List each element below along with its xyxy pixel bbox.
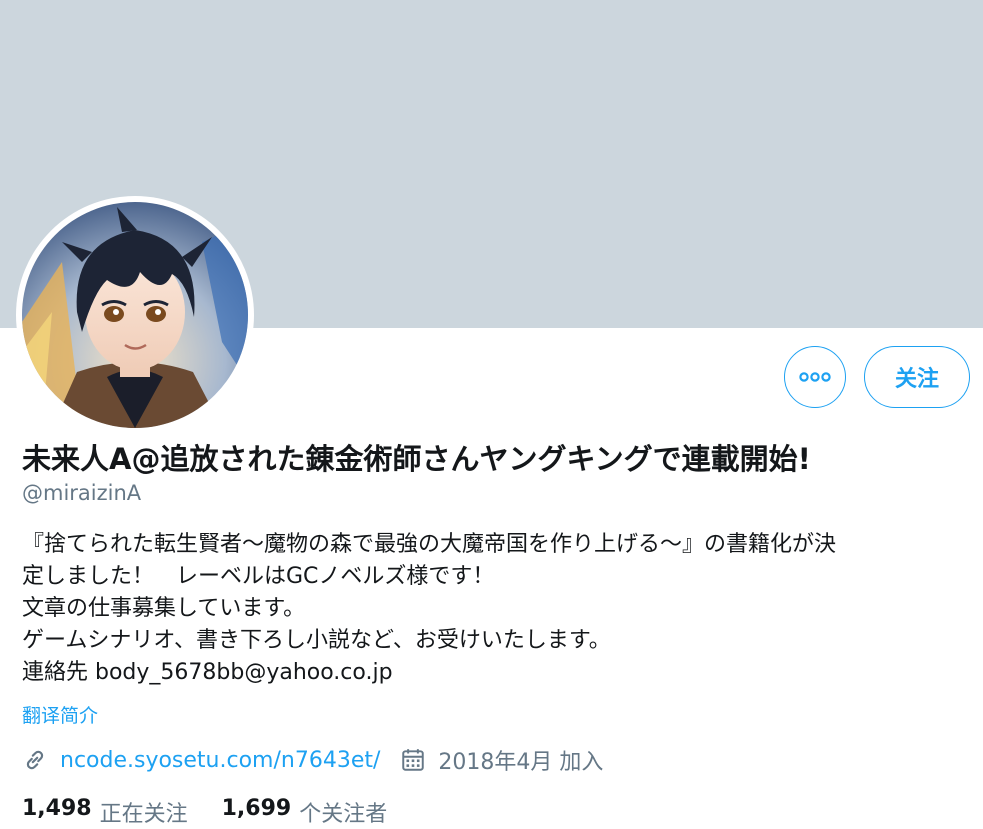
profile-page: 关注 未来人A@追放された錬金術師さんヤングキングで連載開始! @miraizi… xyxy=(0,0,983,829)
handle: @miraizinA xyxy=(22,481,142,505)
following-count: 1,498 xyxy=(22,796,92,821)
link-icon xyxy=(22,747,48,773)
translate-bio-link[interactable]: 翻译简介 xyxy=(22,701,98,728)
bio-line: 文章の仕事募集しています。 xyxy=(22,596,306,621)
joined-date: 2018年4月 加入 xyxy=(438,750,604,775)
avatar-ring xyxy=(16,196,254,434)
bio: 『捨てられた転生賢者～魔物の森で最強の大魔帝国を作り上げる～』の書籍化が決 定し… xyxy=(22,529,967,689)
follow-button[interactable]: 关注 xyxy=(864,346,970,408)
display-name: 未来人A@追放された錬金術師さんヤングキングで連載開始! xyxy=(22,442,811,476)
more-dots-icon xyxy=(799,368,831,387)
avatar[interactable] xyxy=(22,202,248,428)
profile-meta: ncode.syosetu.com/n7643et/ 2018年4月 加入 xyxy=(22,744,603,776)
bio-line: ゲームシナリオ、書き下ろし小説など、お受けいたします。 xyxy=(22,628,611,653)
follow-stats: 1,498 正在关注 1,699 个关注者 xyxy=(22,796,387,828)
more-options-button[interactable] xyxy=(784,346,846,408)
followers-stat[interactable]: 1,699 个关注者 xyxy=(222,796,388,828)
calendar-icon xyxy=(400,747,426,773)
following-label: 正在关注 xyxy=(99,802,188,827)
website-link[interactable]: ncode.syosetu.com/n7643et/ xyxy=(60,748,380,773)
bio-line: 定しました！ レーベルはGCノベルズ様です！ xyxy=(22,564,495,589)
followers-label: 个关注者 xyxy=(299,802,388,827)
following-stat[interactable]: 1,498 正在关注 xyxy=(22,796,188,828)
bio-line: 連絡先 body_5678bb@yahoo.co.jp xyxy=(22,660,393,685)
bio-line: 『捨てられた転生賢者～魔物の森で最強の大魔帝国を作り上げる～』の書籍化が決 xyxy=(22,532,837,557)
followers-count: 1,699 xyxy=(221,796,292,821)
